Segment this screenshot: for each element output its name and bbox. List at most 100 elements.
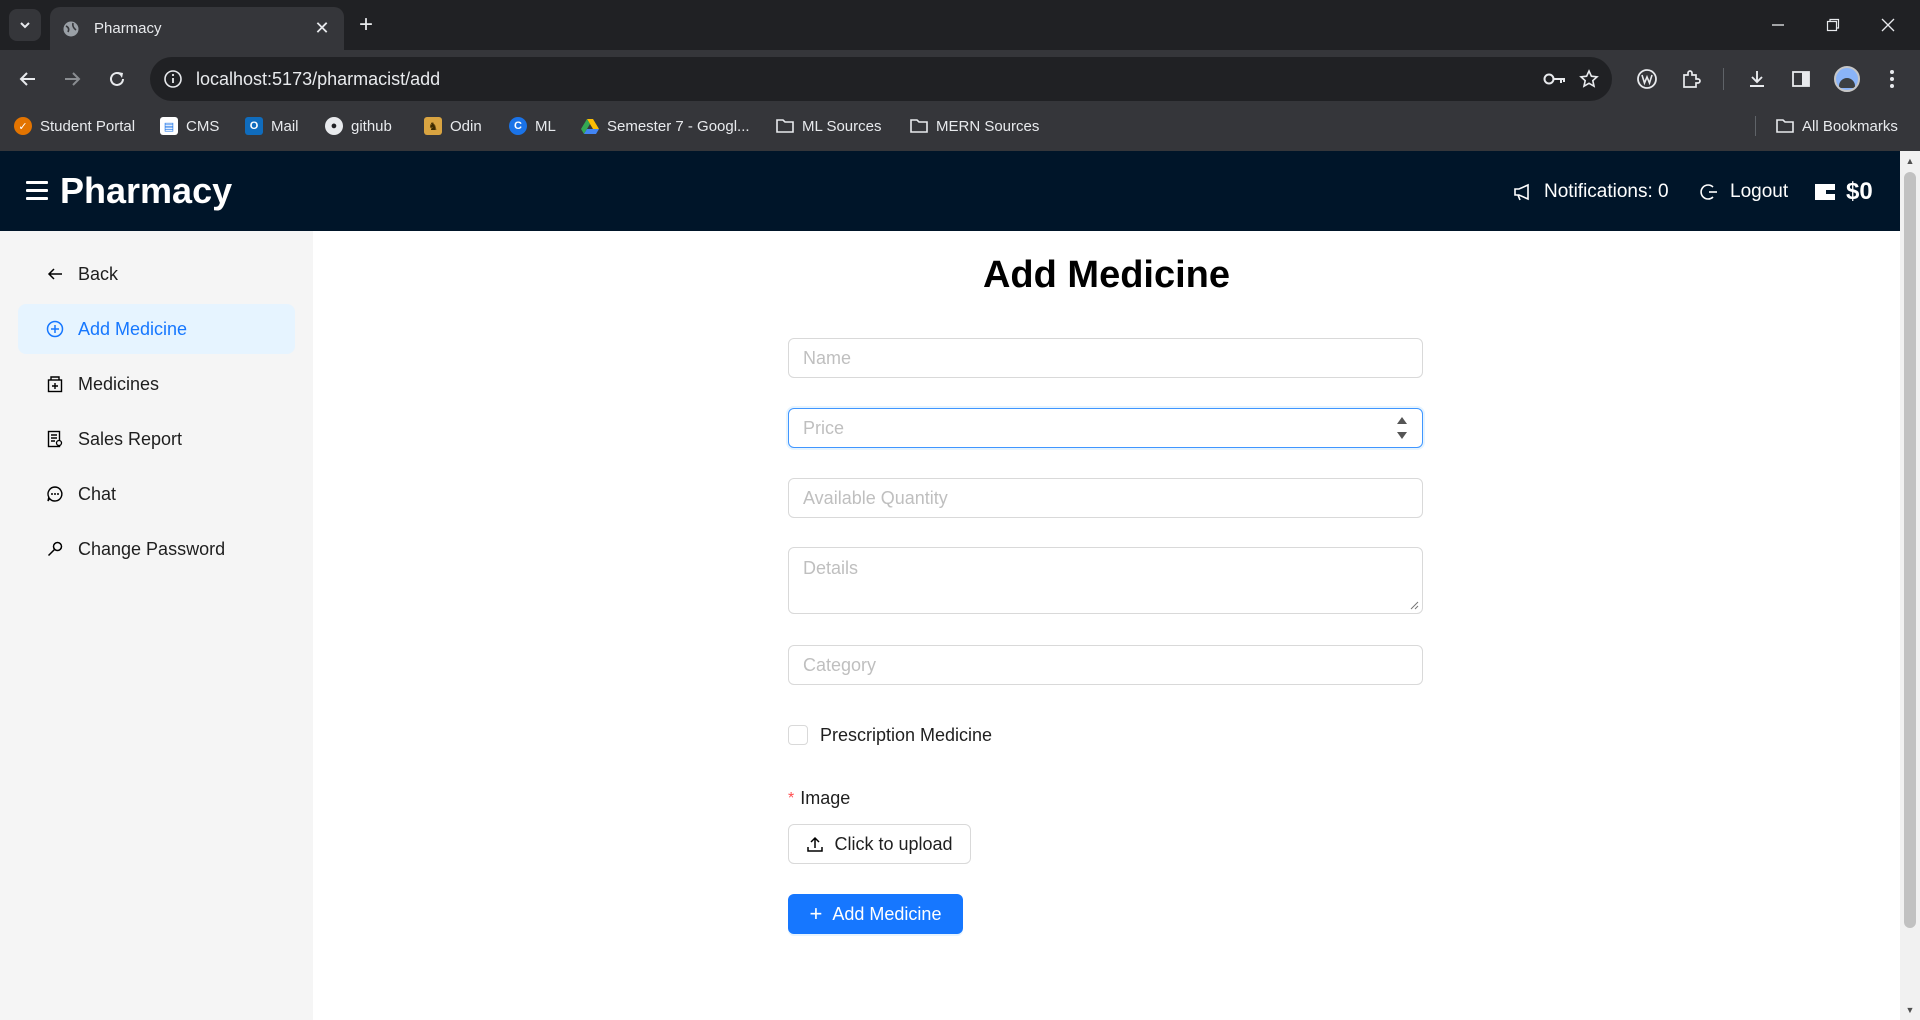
available-quantity-input[interactable]: Available Quantity (788, 478, 1423, 518)
caret-down-icon[interactable] (1397, 432, 1407, 439)
plus-icon: + (809, 901, 823, 926)
bookmark-label: Mail (271, 117, 299, 135)
image-label-text: Image (800, 788, 851, 808)
sidebar-item-label: Medicines (78, 373, 160, 394)
address-bar[interactable]: localhost:5173/pharmacist/add (150, 57, 1612, 101)
bookmark-semester-7[interactable]: Semester 7 - Googl... (581, 112, 750, 140)
reload-icon[interactable] (100, 62, 134, 96)
sidebar-item-label: Sales Report (78, 428, 183, 449)
download-icon[interactable] (1739, 61, 1775, 97)
wallet-balance[interactable]: $0 (1814, 178, 1873, 206)
folder-icon (910, 117, 928, 135)
outlook-icon: O (245, 117, 263, 135)
arrow-left-icon (46, 265, 64, 283)
logout-button[interactable]: Logout (1698, 178, 1788, 206)
category-input[interactable]: Category (788, 645, 1423, 685)
notifications-label: Notifications: 0 (1544, 181, 1669, 202)
bookmark-label: Odin (450, 117, 482, 135)
prescription-checkbox-row[interactable]: Prescription Medicine (788, 722, 992, 748)
chevron-down-icon (20, 22, 30, 29)
sidebar-item-medicines[interactable]: Medicines (18, 359, 295, 409)
upload-button[interactable]: Click to upload (788, 824, 971, 864)
quantity-placeholder: Available Quantity (803, 487, 948, 508)
message-icon (46, 485, 64, 503)
minimize-icon[interactable] (1758, 8, 1798, 42)
side-panel-icon[interactable] (1783, 61, 1819, 97)
all-bookmarks-label: All Bookmarks (1802, 117, 1898, 135)
new-tab-button[interactable]: + (352, 11, 380, 39)
scroll-up-arrow-icon[interactable]: ▲ (1903, 154, 1917, 168)
forward-arrow-icon[interactable] (55, 62, 89, 96)
brand-title: Pharmacy (60, 170, 233, 211)
globe-icon (63, 21, 79, 36)
folder-icon (776, 117, 794, 135)
wallet-amount: $0 (1846, 178, 1873, 205)
url-text[interactable]: localhost:5173/pharmacist/add (196, 69, 1538, 90)
resize-handle-icon[interactable] (1409, 600, 1419, 610)
bookmark-github[interactable]: ● github (325, 112, 392, 140)
bookmark-student-portal[interactable]: ✓ Student Portal (14, 112, 135, 140)
bookmark-star-icon[interactable] (1572, 62, 1606, 96)
caret-up-icon[interactable] (1397, 417, 1407, 424)
prescription-label: Prescription Medicine (820, 724, 993, 745)
cms-icon: ▤ (160, 117, 178, 135)
bookmark-mail[interactable]: O Mail (245, 112, 299, 140)
notifications-button[interactable]: Notifications: 0 (1512, 178, 1669, 206)
submit-label: Add Medicine (832, 903, 942, 924)
tab-search-button[interactable] (9, 9, 41, 41)
image-field-label: * Image (788, 788, 850, 809)
google-drive-icon (581, 117, 599, 135)
category-placeholder: Category (803, 654, 877, 675)
add-medicine-button[interactable]: + Add Medicine (788, 894, 963, 934)
upload-label: Click to upload (834, 833, 953, 854)
bookmark-label: MERN Sources (936, 117, 1040, 135)
restore-icon[interactable] (1813, 8, 1853, 42)
password-key-icon[interactable] (1538, 62, 1572, 96)
more-menu-icon[interactable] (1874, 61, 1910, 97)
required-mark: * (788, 789, 795, 807)
details-textarea[interactable]: Details (788, 547, 1423, 614)
name-placeholder: Name (803, 347, 852, 368)
logout-icon (1698, 181, 1720, 203)
all-bookmarks[interactable]: All Bookmarks (1776, 112, 1898, 140)
sidebar-item-back[interactable]: Back (18, 249, 295, 299)
sidebar-item-change-password[interactable]: Change Password (18, 524, 295, 574)
profile-avatar[interactable] (1829, 61, 1865, 97)
back-arrow-icon[interactable] (11, 62, 45, 96)
bookmark-odin[interactable]: ♞ Odin (424, 112, 482, 140)
prescription-checkbox[interactable] (788, 725, 808, 745)
c-icon: C (509, 117, 527, 135)
extension-w-icon[interactable] (1629, 61, 1665, 97)
bookmarks-divider (1755, 116, 1756, 136)
details-placeholder: Details (803, 558, 859, 578)
bookmark-label: CMS (186, 117, 220, 135)
bookmark-ml[interactable]: C ML (509, 112, 556, 140)
site-info-icon[interactable] (162, 68, 184, 90)
sidebar-item-sales-report[interactable]: Sales Report (18, 414, 295, 464)
bookmark-ml-sources[interactable]: ML Sources (776, 112, 881, 140)
close-window-icon[interactable] (1868, 8, 1908, 42)
close-tab-icon[interactable]: ✕ (312, 18, 332, 39)
odin-icon: ♞ (424, 117, 442, 135)
toolbar-divider (1723, 68, 1724, 90)
sidebar-item-label: Back (78, 263, 119, 284)
price-stepper[interactable] (1396, 417, 1408, 439)
scrollbar-thumb[interactable] (1904, 172, 1916, 928)
scroll-down-arrow-icon[interactable]: ▼ (1903, 1003, 1917, 1017)
name-input[interactable]: Name (788, 338, 1423, 378)
notification-megaphone-icon (1512, 181, 1534, 203)
menu-toggle-icon[interactable] (26, 181, 48, 201)
bookmark-cms[interactable]: ▤ CMS (160, 112, 219, 140)
sidebar-item-add-medicine[interactable]: Add Medicine (18, 304, 295, 354)
price-input[interactable]: Price (788, 408, 1423, 448)
bookmark-mern-sources[interactable]: MERN Sources (910, 112, 1039, 140)
page-title: Add Medicine (982, 254, 1231, 296)
tab-title: Pharmacy (94, 20, 162, 37)
github-icon: ● (325, 117, 343, 135)
extensions-puzzle-icon[interactable] (1673, 61, 1709, 97)
plus-circle-icon (46, 320, 64, 338)
browser-tab[interactable]: Pharmacy ✕ (50, 7, 344, 50)
price-placeholder: Price (803, 417, 845, 438)
bookmark-label: ML (535, 117, 556, 135)
sidebar-item-chat[interactable]: Chat (18, 469, 295, 519)
